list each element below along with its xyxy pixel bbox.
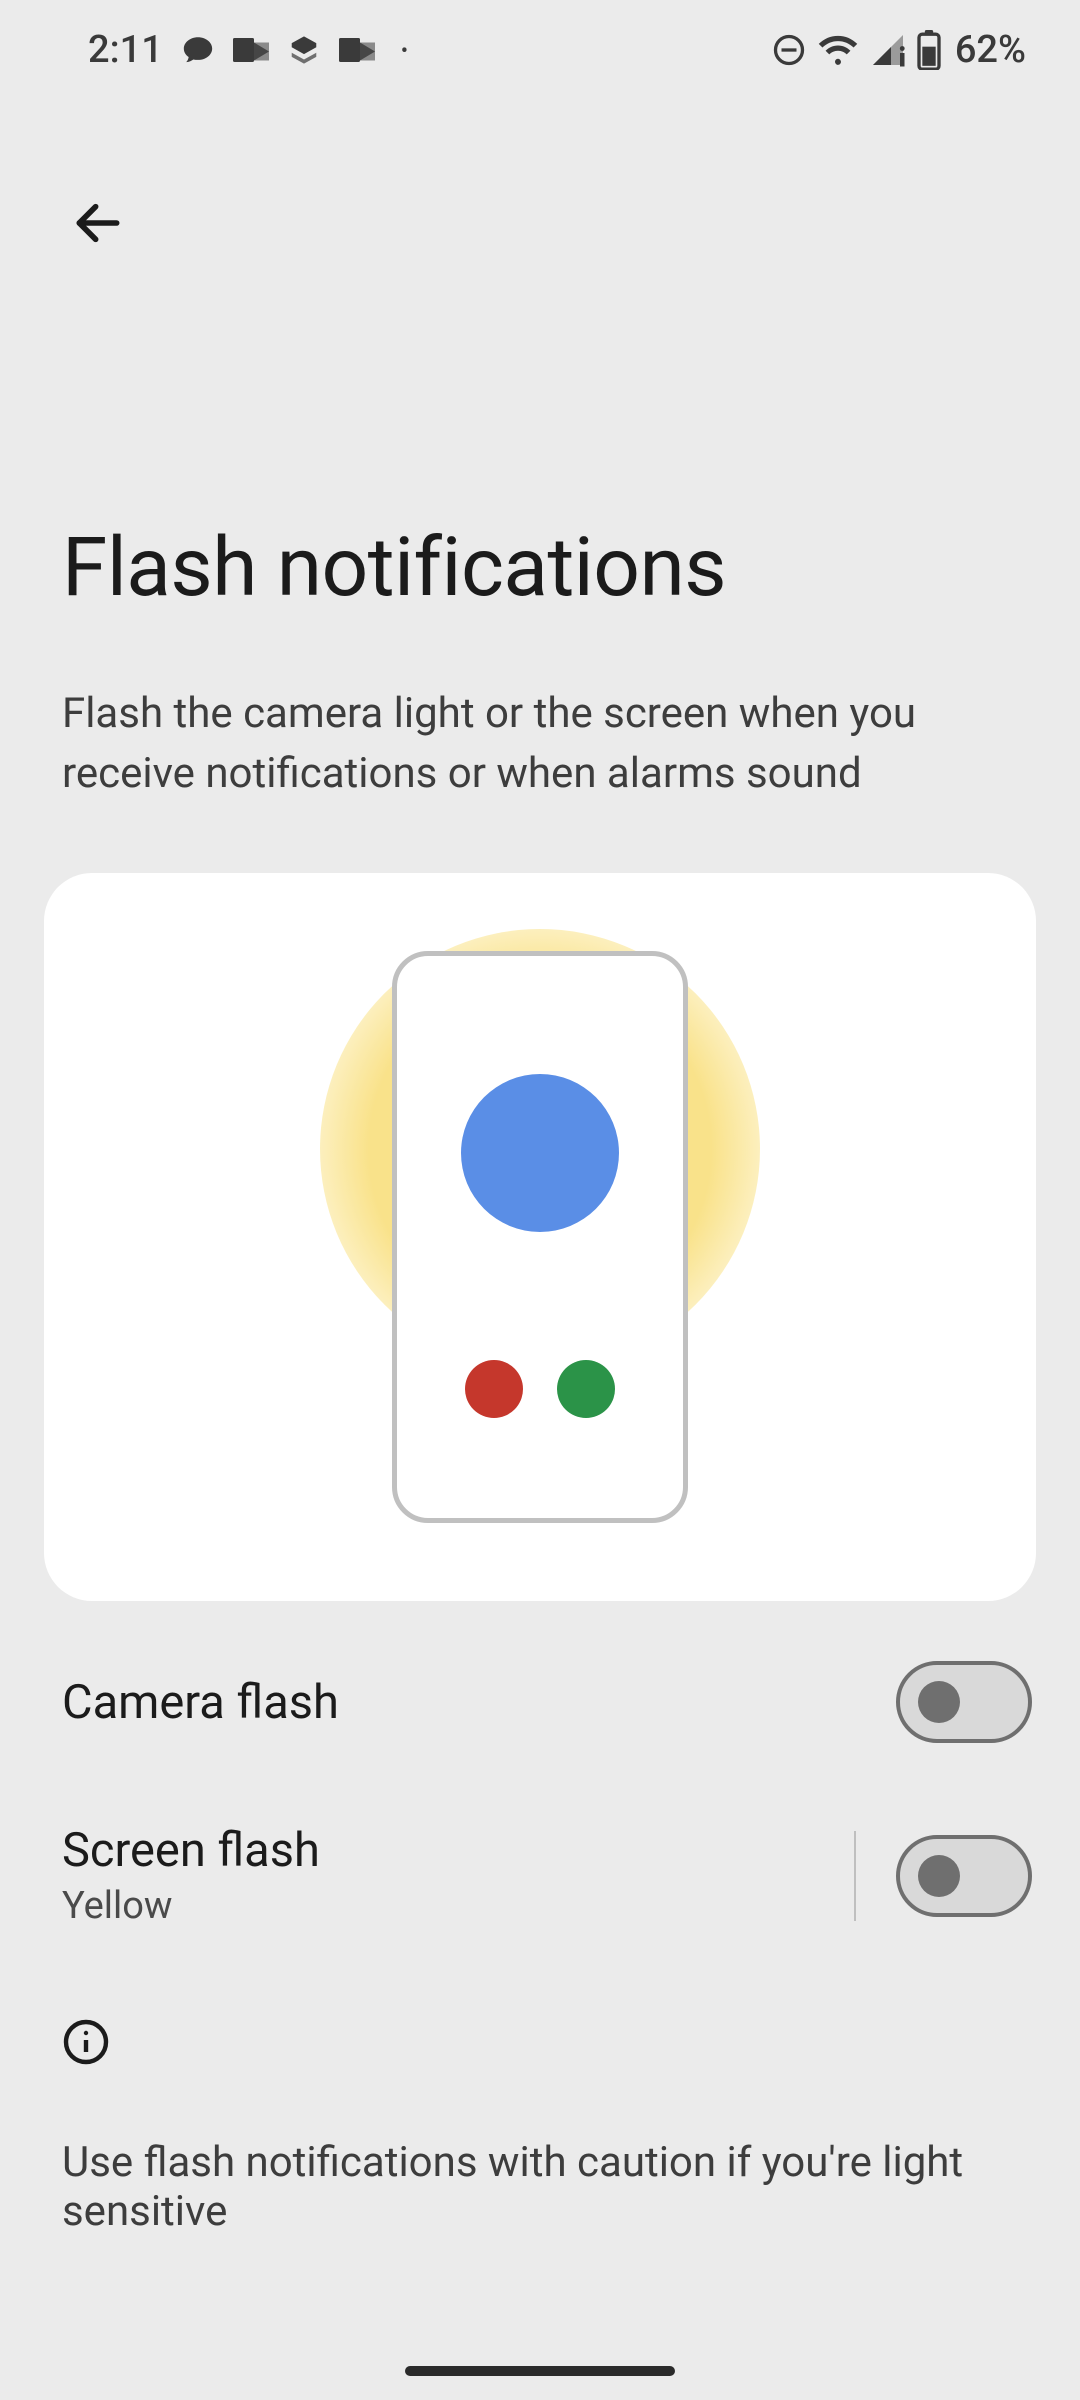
screen-flash-title: Screen flash [62, 1823, 834, 1878]
screen-flash-subtitle: Yellow [62, 1884, 834, 1928]
back-button[interactable] [62, 188, 134, 260]
illustration-dot-green [557, 1360, 615, 1418]
page-title: Flash notifications [0, 260, 1080, 616]
screen-flash-toggle[interactable] [896, 1835, 1032, 1917]
arrow-back-icon [70, 195, 126, 254]
camera-flash-toggle[interactable] [896, 1661, 1032, 1743]
toggle-knob [918, 1681, 960, 1723]
status-bar: 2:11 • 62% [0, 0, 1080, 100]
camera-flash-title: Camera flash [62, 1675, 896, 1730]
battery-icon [917, 30, 941, 70]
battery-percent: 62% [955, 28, 1026, 72]
chat-icon [181, 33, 215, 67]
info-section: Use flash notifications with caution if … [0, 1968, 1080, 2236]
setting-row-camera-flash[interactable]: Camera flash [0, 1621, 1080, 1783]
info-text: Use flash notifications with caution if … [62, 2138, 1018, 2236]
setting-text-screen-flash: Screen flash Yellow [62, 1823, 834, 1928]
outlook-icon-2 [339, 35, 375, 65]
more-dot-icon: • [393, 38, 408, 62]
app-bar [0, 100, 1080, 260]
illustration-phone [392, 951, 688, 1523]
status-left: 2:11 • [88, 28, 408, 72]
toggle-knob [918, 1855, 960, 1897]
setting-text-camera-flash: Camera flash [62, 1675, 896, 1730]
wifi-icon [817, 32, 859, 68]
illustration-dot-red [465, 1360, 523, 1418]
page-description: Flash the camera light or the screen whe… [0, 616, 1080, 803]
drive-icon [287, 35, 321, 65]
illustration-card [44, 873, 1036, 1601]
illustration-dot-blue [461, 1074, 619, 1232]
cell-signal-icon [869, 32, 907, 68]
status-right: 62% [771, 28, 1026, 72]
dnd-icon [771, 32, 807, 68]
status-time: 2:11 [88, 28, 163, 72]
vertical-divider [854, 1831, 856, 1921]
setting-row-screen-flash[interactable]: Screen flash Yellow [0, 1783, 1080, 1968]
navigation-handle[interactable] [405, 2366, 675, 2376]
info-icon [62, 2018, 110, 2066]
outlook-icon [233, 35, 269, 65]
